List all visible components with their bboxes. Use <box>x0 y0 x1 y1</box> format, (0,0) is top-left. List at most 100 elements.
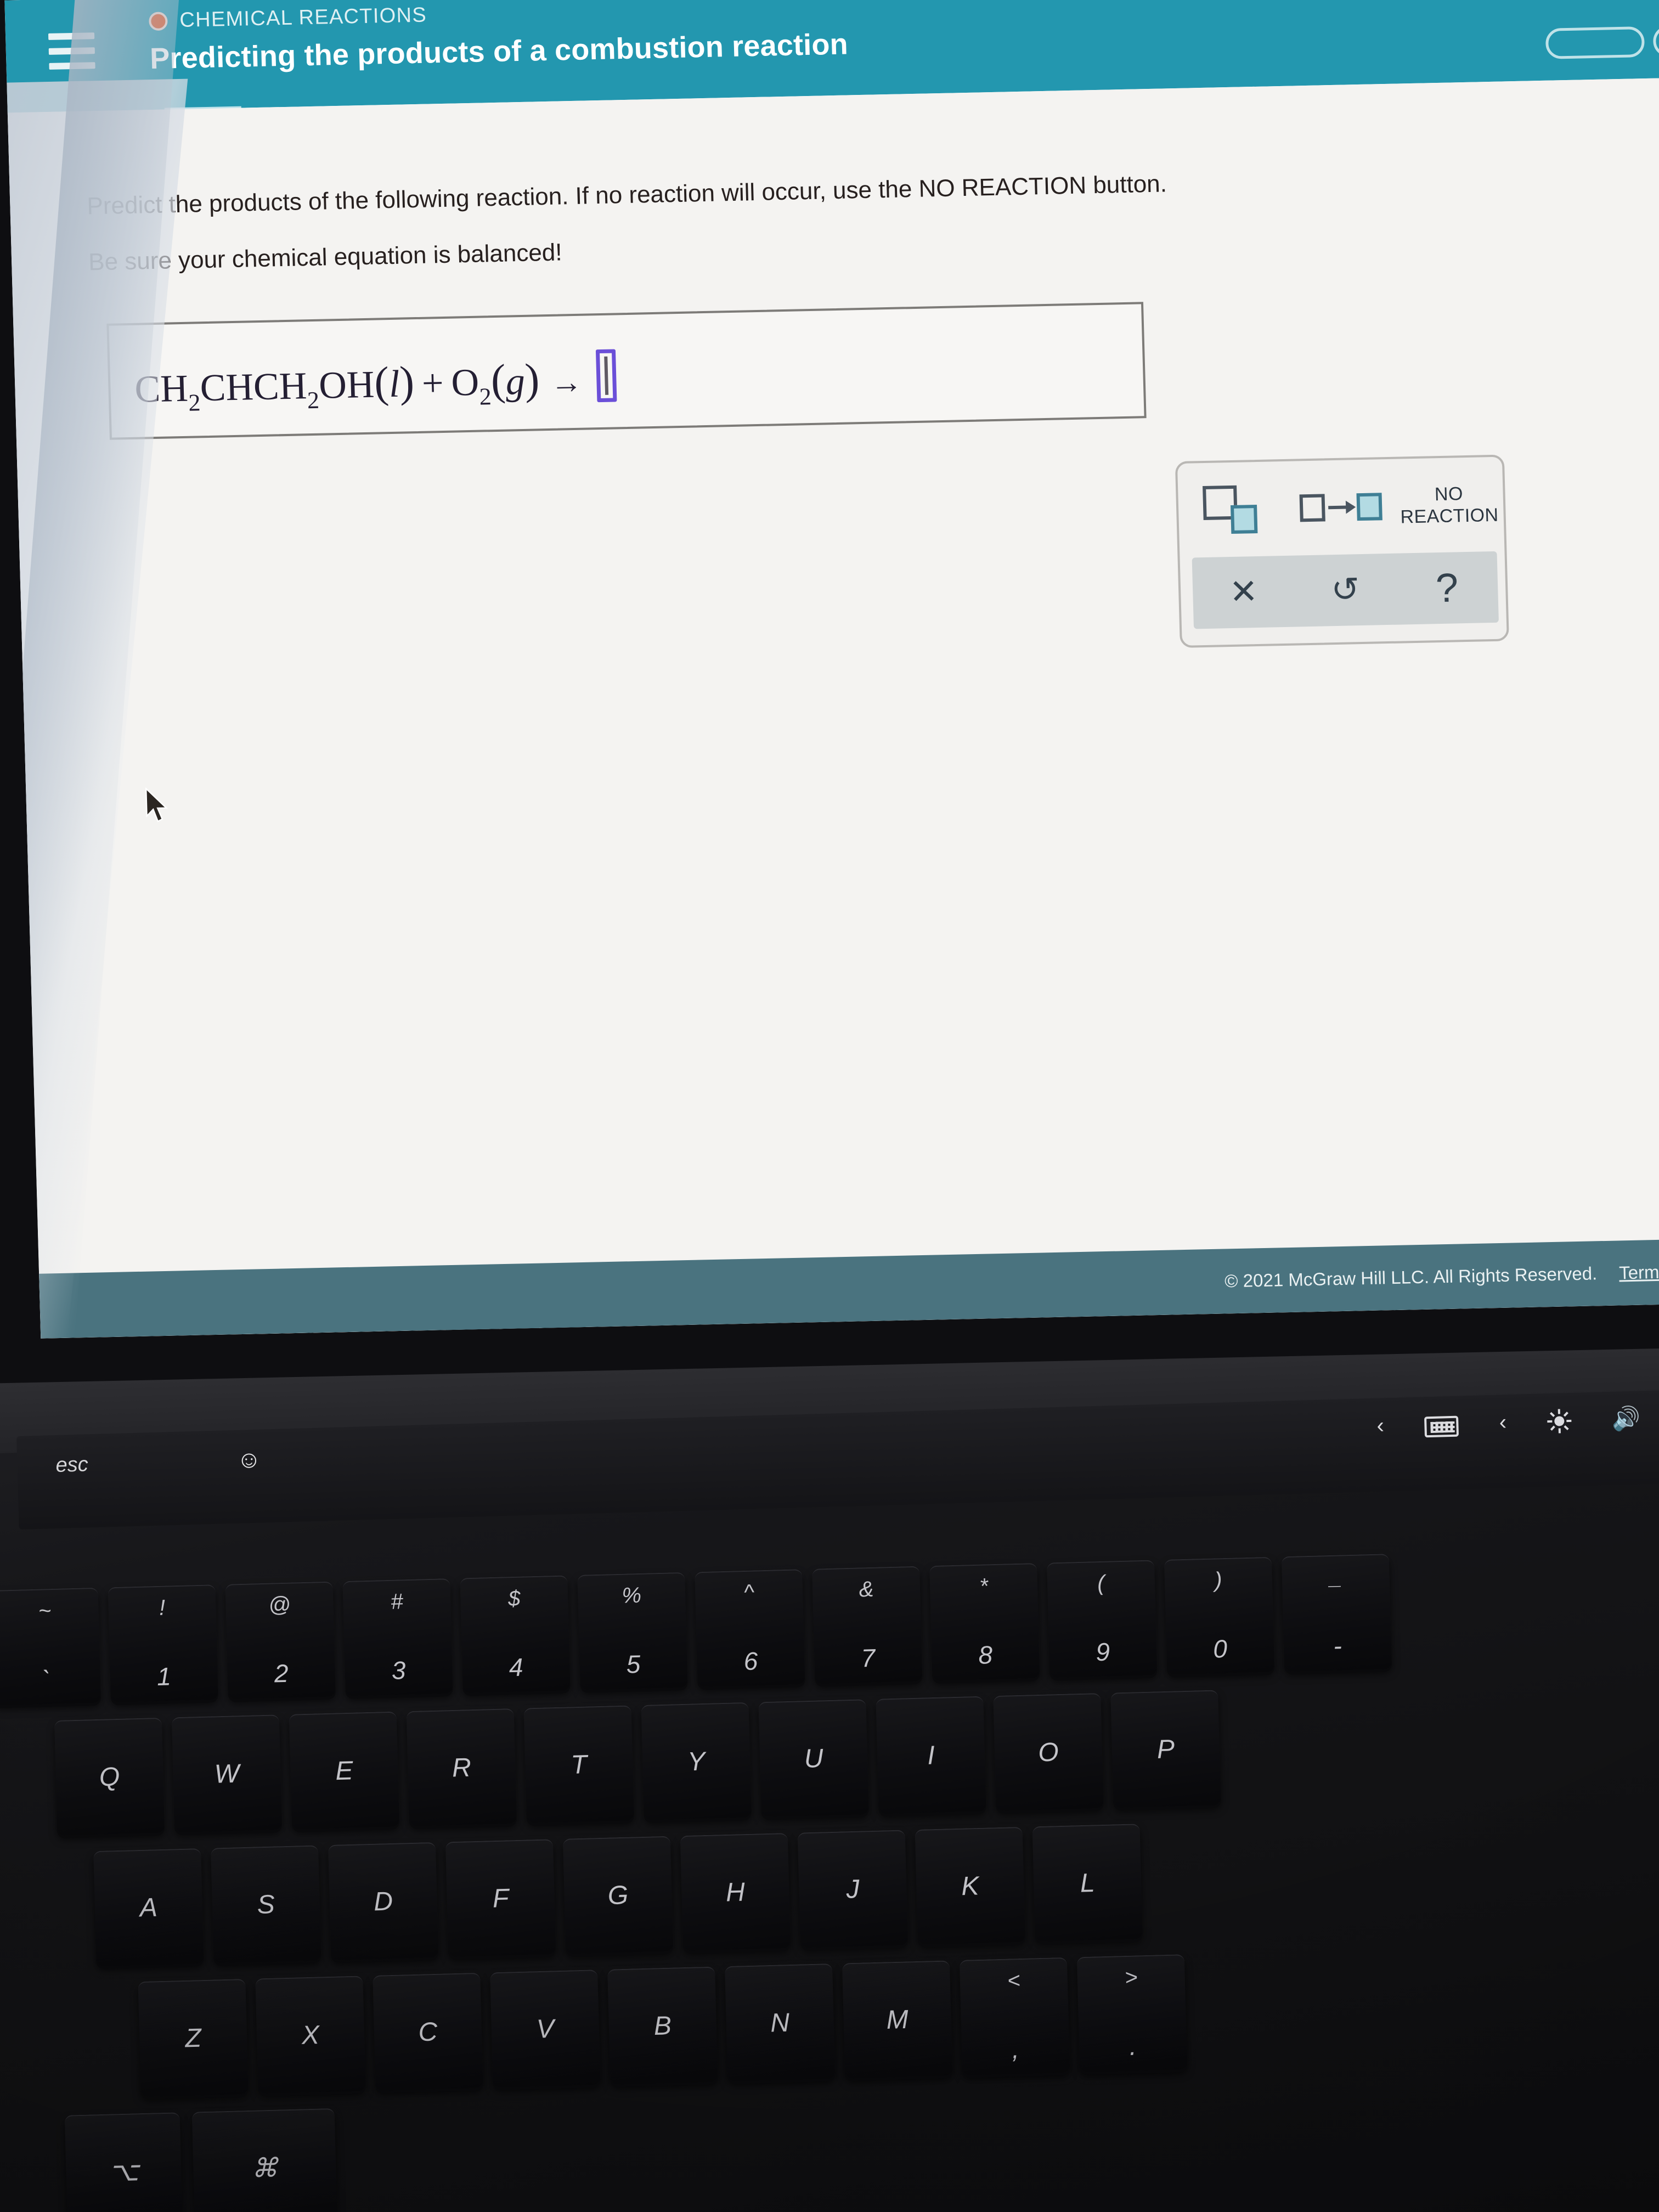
undo-button[interactable]: ↺ <box>1294 571 1397 609</box>
key-b[interactable]: B <box>607 1966 718 2085</box>
key-v-label: V <box>536 2014 555 2044</box>
key-o[interactable]: O <box>993 1693 1104 1812</box>
key-command-label: ⌘ <box>251 2153 279 2183</box>
touchbar-emoji-icon[interactable]: ☺ <box>236 1446 262 1474</box>
key-1[interactable]: ! 1 <box>108 1584 218 1703</box>
reactant-2-subscript: 2 <box>479 383 492 410</box>
key-q[interactable]: Q <box>54 1717 165 1836</box>
key-4[interactable]: $4 <box>460 1575 571 1694</box>
header-pill-1[interactable] <box>1545 26 1645 59</box>
key-g[interactable]: G <box>562 1836 674 1954</box>
help-button[interactable]: ? <box>1396 565 1498 611</box>
key-v[interactable]: V <box>490 1970 601 2088</box>
answer-input-slot[interactable] <box>595 349 617 403</box>
key-s-label: S <box>257 1890 275 1920</box>
key-s[interactable]: S <box>211 1845 321 1963</box>
subscript-tool-button[interactable] <box>1177 461 1288 558</box>
keyboard-row-numbers: ~ `! 1 @2 #3 $4% 5 ^ 6 & 7 * 8(9) 0 _ - <box>0 1554 1392 1706</box>
key-t-label: T <box>570 1750 588 1780</box>
key-7-shift-label: & <box>859 1577 874 1602</box>
key-z-label: Z <box>184 2023 202 2053</box>
key-l-label: L <box>1080 1868 1096 1898</box>
key-option[interactable]: ⌥ <box>64 2112 183 2212</box>
key-u-label: U <box>804 1743 824 1774</box>
instruction-line-2: Be sure your chemical equation is balanc… <box>88 239 563 276</box>
reactant-2-state: g <box>505 360 526 403</box>
key-c[interactable]: C <box>373 1972 483 2091</box>
key-y[interactable]: Y <box>641 1702 752 1820</box>
key-p[interactable]: P <box>1110 1690 1221 1808</box>
header-pill-group[interactable] <box>1545 24 1659 59</box>
key--[interactable]: _ - <box>1281 1554 1392 1672</box>
reaction-arrow-tool-button[interactable] <box>1285 459 1396 556</box>
key-u[interactable]: U <box>758 1699 869 1818</box>
key-w[interactable]: W <box>171 1714 283 1833</box>
touchbar-prev-chevron[interactable]: ‹ <box>1499 1410 1507 1435</box>
chemistry-tool-palette: NO REACTION ✕ ↺ ? <box>1175 454 1509 648</box>
instruction-line-1: Predict the products of the following re… <box>86 170 1167 220</box>
key-l[interactable]: L <box>1032 1824 1143 1942</box>
key-t[interactable]: T <box>523 1705 634 1824</box>
key-8[interactable]: * 8 <box>929 1562 1040 1681</box>
key-6[interactable]: ^ 6 <box>695 1569 805 1688</box>
key-2[interactable]: @2 <box>225 1581 336 1700</box>
page-title: Predicting the products of a combustion … <box>149 27 849 76</box>
key-j[interactable]: J <box>797 1830 909 1948</box>
key-3-label: 3 <box>391 1656 407 1685</box>
key-`[interactable]: ~ ` <box>0 1587 101 1706</box>
key-g-label: G <box>607 1881 629 1911</box>
clear-button[interactable]: ✕ <box>1192 573 1295 611</box>
key-period[interactable]: >. <box>1076 1954 1188 2073</box>
key-command[interactable]: ⌘ <box>191 2108 338 2212</box>
key---label: - <box>1333 1631 1342 1660</box>
topic-label: CHEMICAL REACTIONS <box>179 3 427 32</box>
laptop-screen-assembly: CHEMICAL REACTIONS Predicting the produc… <box>0 0 1659 1385</box>
volume-icon[interactable]: 🔊 <box>1611 1405 1641 1432</box>
equation-input-box[interactable]: CH 2 CHCH 2 OH(l) + O 2(g) → <box>106 302 1147 440</box>
key---shift-label: _ <box>1329 1565 1342 1590</box>
touchbar-back-chevron[interactable]: ‹ <box>1376 1413 1385 1438</box>
header-pill-2[interactable] <box>1652 24 1659 57</box>
key-`-shift-label: ~ <box>38 1599 52 1623</box>
key-x-label: X <box>301 2021 320 2050</box>
key-e[interactable]: E <box>289 1711 400 1830</box>
hamburger-menu-icon[interactable] <box>48 32 95 70</box>
key-0[interactable]: ) 0 <box>1164 1556 1275 1675</box>
touchbar-esc-key[interactable]: esc <box>55 1453 88 1477</box>
key-y-label: Y <box>687 1747 706 1777</box>
keyboard-row-qwerty: Q W ER T Y U IOP <box>54 1690 1221 1836</box>
key-b-label: B <box>653 2011 672 2041</box>
key-w-label: W <box>214 1759 240 1789</box>
palette-bottom-row: ✕ ↺ ? <box>1192 551 1499 629</box>
key-h[interactable]: H <box>680 1833 791 1951</box>
key-k[interactable]: K <box>915 1826 1026 1945</box>
key-5[interactable]: % 5 <box>577 1572 688 1690</box>
key-d[interactable]: D <box>328 1842 439 1960</box>
key-z[interactable]: Z <box>138 1978 249 2097</box>
key-x[interactable]: X <box>255 1976 366 2094</box>
no-reaction-button[interactable]: NO REACTION <box>1393 457 1504 554</box>
brightness-icon[interactable] <box>1547 1408 1572 1434</box>
key-a[interactable]: A <box>93 1848 204 1967</box>
reactant-1-subscript-1: 2 <box>188 389 201 416</box>
header-text-group: CHEMICAL REACTIONS Predicting the produc… <box>148 0 849 76</box>
key-f-label: F <box>492 1883 509 1914</box>
key-n[interactable]: N <box>724 1963 836 2082</box>
terms-of-use-link[interactable]: Terms of Use <box>1619 1260 1659 1283</box>
subscript-box-icon <box>1202 484 1263 535</box>
key-f[interactable]: F <box>445 1839 556 1957</box>
keyboard-row-bottom: Z X C V B N M <, >. <box>138 1954 1188 2097</box>
key-comma-shift-label: < <box>1007 1968 1021 1993</box>
key-r[interactable]: R <box>406 1708 517 1827</box>
key-m[interactable]: M <box>842 1960 953 2079</box>
key-9[interactable]: (9 <box>1046 1560 1158 1678</box>
reactant-1-state: l <box>388 363 400 406</box>
key-comma[interactable]: <, <box>959 1957 1070 2075</box>
key-3[interactable]: #3 <box>342 1578 453 1697</box>
key-j-label: J <box>845 1875 860 1904</box>
keyboard-icon[interactable] <box>1424 1415 1459 1437</box>
key-4-label: 4 <box>509 1652 524 1682</box>
reactant-1-formula-part2: CHCH <box>199 365 308 410</box>
key-7[interactable]: & 7 <box>812 1566 923 1684</box>
key-i[interactable]: I <box>876 1696 986 1814</box>
